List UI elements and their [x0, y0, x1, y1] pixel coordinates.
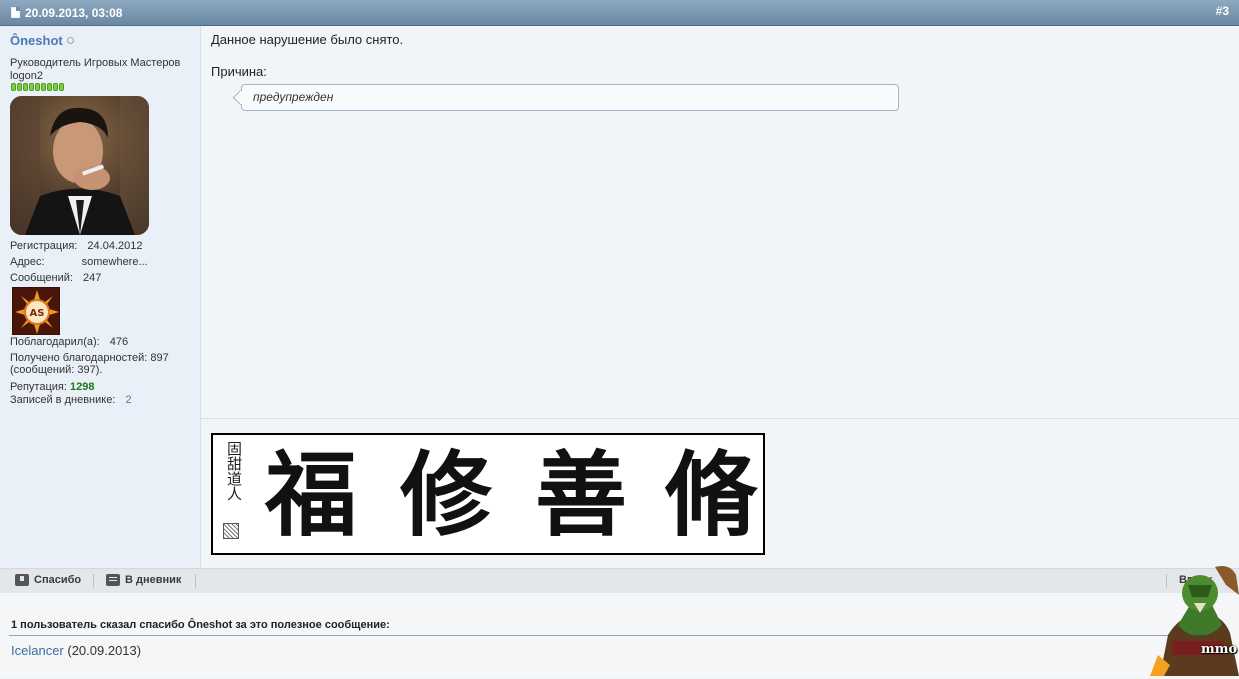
address-value: somewhere... [81, 256, 148, 268]
received-thanks-text: (сообщений: 397). [10, 364, 103, 376]
messages-value: 247 [83, 272, 102, 284]
rank-pip-icon [59, 83, 64, 91]
seal-stamp-icon [223, 523, 239, 539]
reputation-label: Репутация: [10, 381, 67, 393]
rank-pip-icon [29, 83, 34, 91]
post-date: 20.09.2013, 03:08 [25, 6, 123, 20]
seal-inscription: 固甜道人 [225, 441, 243, 501]
thanks-button[interactable]: Спасибо [15, 574, 81, 586]
rank-pip-icon [35, 83, 40, 91]
post-number-link[interactable]: #3 [1216, 4, 1229, 18]
received-thanks-field: Получено благодарностей: 897 (сообщений:… [10, 352, 169, 376]
post-content: Данное нарушение было снято. Причина: пр… [201, 26, 1239, 568]
thanks-button-label: Спасибо [34, 574, 82, 586]
thumbs-up-icon [15, 574, 29, 586]
address-label: Адрес: [10, 256, 45, 268]
registration-value: 24.04.2012 [87, 240, 143, 252]
rank-pip-icon [11, 83, 16, 91]
user-title: Руководитель Игровых Мастеров logon2 [10, 57, 180, 83]
reputation-value: 1298 [69, 381, 95, 393]
blog-entries-link[interactable]: 2 [125, 394, 131, 406]
reason-quote-box: предупрежден [241, 84, 899, 111]
rank-pip-icon [47, 83, 52, 91]
registration-field: Регистрация: 24.04.2012 [10, 240, 142, 252]
offline-status-icon [67, 37, 74, 44]
calligraphy-character: 修 [400, 441, 493, 549]
username-link[interactable]: Ôneshot [10, 33, 63, 48]
rank-pip-icon [53, 83, 58, 91]
reputation-field: Репутация: 1298 [10, 381, 94, 393]
thanks-box: 1 пользователь сказал спасибо Ôneshot за… [0, 593, 1239, 676]
registration-label: Регистрация: [10, 240, 78, 252]
messages-label: Сообщений: [10, 272, 73, 284]
blog-entries-field: Записей в дневнике: 2 [10, 394, 132, 406]
award-badge[interactable]: AS [12, 287, 60, 335]
blog-button[interactable]: В дневник [106, 574, 181, 586]
thanks-title: 1 пользователь сказал спасибо Ôneshot за… [11, 619, 390, 631]
address-field: Адрес: somewhere... [10, 256, 148, 268]
user-title-line: logon2 [10, 70, 44, 82]
user-info-panel: Ôneshot Руководитель Игровых Мастеров lo… [0, 26, 201, 568]
signature-divider [201, 418, 1239, 419]
separator [195, 574, 196, 588]
blog-entries-label: Записей в дневнике: [10, 394, 116, 406]
rank-pip-icon [41, 83, 46, 91]
calligraphy-character: 善 [535, 441, 628, 549]
post-header: 20.09.2013, 03:08 #3 [0, 0, 1239, 26]
avatar[interactable] [10, 96, 149, 235]
user-title-line: Руководитель Игровых Мастеров [10, 57, 181, 69]
document-icon [11, 7, 20, 18]
post-message: Данное нарушение было снято. [211, 32, 404, 47]
thanked-value: 476 [109, 336, 129, 348]
rank-pip-icon [17, 83, 22, 91]
thanked-field: Поблагодарил(а): 476 [10, 336, 128, 348]
award-logo-text: AS [30, 308, 45, 319]
received-thanks-text: Получено благодарностей: 897 [10, 352, 169, 364]
rank-pips [11, 83, 64, 91]
mascot-image [1150, 555, 1239, 676]
calligraphy-character: 脩 [665, 441, 758, 549]
mmo-logo-text: mmo [1201, 642, 1238, 657]
separator [93, 574, 94, 588]
post-actions-bar: Спасибо В дневник Вверх [0, 568, 1239, 594]
signature-image: 固甜道人 福 修 善 脩 [211, 433, 765, 555]
blog-button-label: В дневник [125, 574, 182, 586]
reason-text: предупрежден [253, 90, 334, 104]
thanks-divider [9, 635, 1199, 636]
calligraphy-character: 福 [265, 441, 358, 549]
thanked-label: Поблагодарил(а): [10, 336, 100, 348]
thanks-date: (20.09.2013) [67, 643, 142, 658]
thanks-user-link[interactable]: Icelancer [11, 643, 64, 658]
reason-label: Причина: [211, 64, 267, 79]
notebook-icon [106, 574, 120, 586]
messages-field: Сообщений: 247 [10, 272, 101, 284]
thanks-entry: Icelancer (20.09.2013) [11, 643, 141, 658]
rank-pip-icon [23, 83, 28, 91]
